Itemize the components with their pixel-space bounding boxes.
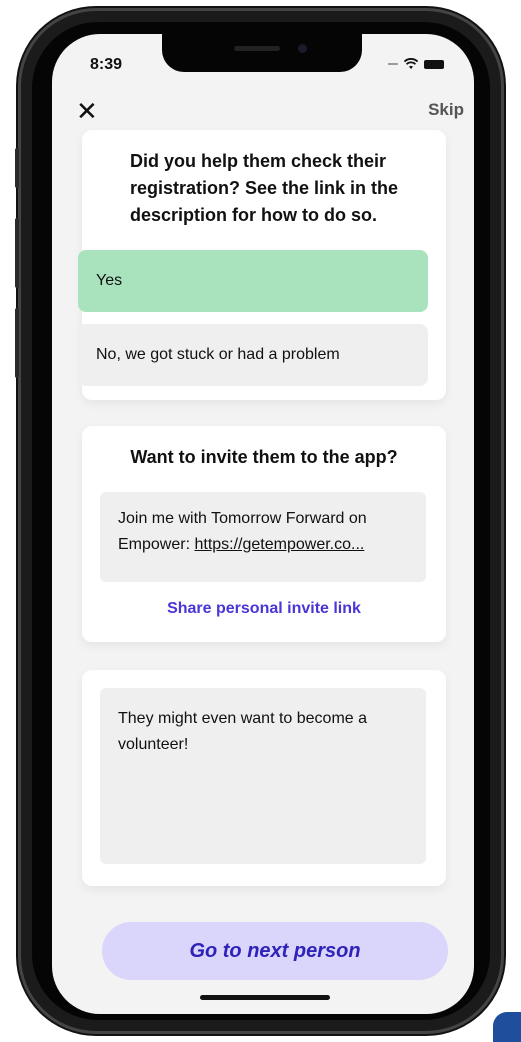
wifi-icon	[404, 58, 418, 69]
corner-accent	[493, 1012, 521, 1042]
status-time: 8:39	[90, 56, 123, 73]
invite-question: Want to invite them to the app?	[130, 447, 398, 467]
option-no-label: No, we got stuck or had a problem	[96, 346, 340, 363]
share-invite-link[interactable]: Share personal invite link	[82, 600, 446, 618]
notes-field[interactable]: They might even want to become a volunte…	[100, 688, 426, 864]
battery-icon	[424, 59, 444, 69]
option-yes-label: Yes	[96, 272, 123, 289]
close-button[interactable]: ✕	[76, 96, 106, 126]
home-indicator	[200, 995, 330, 1000]
option-no[interactable]: No, we got stuck or had a problem	[78, 324, 428, 386]
volume-up-button	[15, 218, 19, 288]
status-icons	[388, 58, 444, 70]
volume-down-button	[15, 308, 19, 378]
signal-icon	[388, 63, 398, 65]
registration-card: Did you help them check their registrati…	[78, 130, 446, 400]
registration-question: Did you help them check their registrati…	[130, 151, 399, 225]
invite-link[interactable]: https://getempower.co...	[194, 536, 364, 553]
skip-button[interactable]: Skip	[428, 100, 464, 120]
app-screen: 8:39 ✕ Skip Did you help them check thei…	[52, 34, 474, 1014]
camera	[298, 44, 307, 53]
notch	[162, 34, 362, 72]
silent-switch	[15, 148, 19, 188]
close-icon: ✕	[76, 96, 98, 126]
next-person-button[interactable]: Go to next person	[102, 922, 448, 980]
invite-card: Want to invite them to the app? Join me …	[82, 426, 446, 642]
notes-card: They might even want to become a volunte…	[82, 670, 446, 886]
invite-message[interactable]: Join me with Tomorrow Forward on Empower…	[100, 492, 426, 582]
speaker	[234, 46, 280, 51]
option-yes[interactable]: Yes	[78, 250, 428, 312]
